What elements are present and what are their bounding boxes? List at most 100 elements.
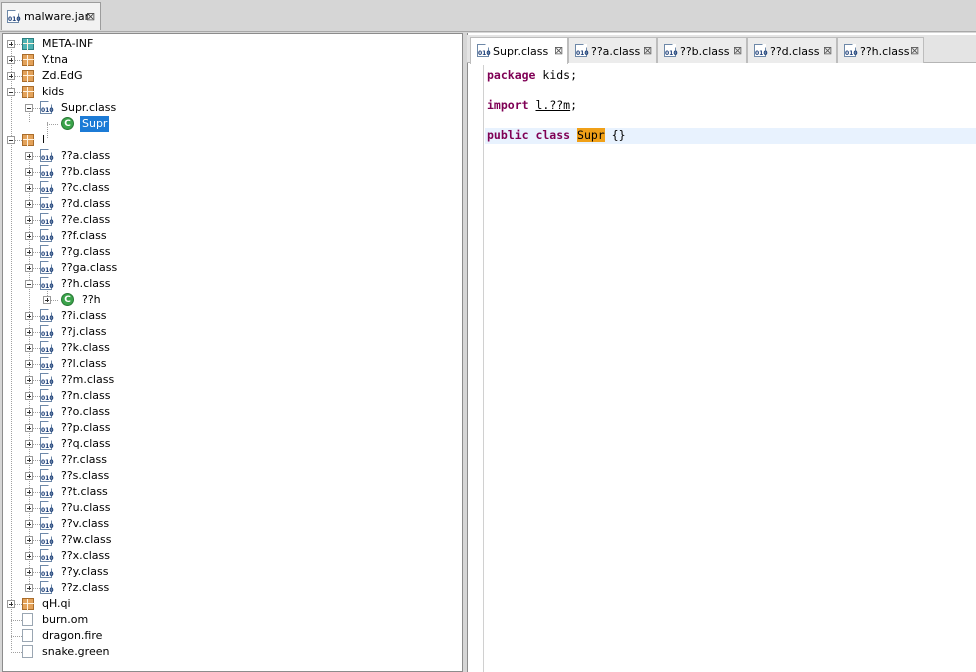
class-node[interactable]: 010 ??z.class <box>3 580 462 596</box>
file-node[interactable]: dragon.fire <box>3 628 462 644</box>
expand-icon[interactable] <box>25 152 33 160</box>
class-node[interactable]: 010 ??w.class <box>3 532 462 548</box>
class-node[interactable]: 010 ??o.class <box>3 404 462 420</box>
class-node[interactable]: 010 ??n.class <box>3 388 462 404</box>
collapse-icon[interactable] <box>7 136 15 144</box>
close-icon[interactable]: ⊠ <box>910 44 919 57</box>
close-icon[interactable]: ⊠ <box>733 44 742 57</box>
class-node[interactable]: 010 ??r.class <box>3 452 462 468</box>
class-node[interactable]: 010 ??f.class <box>3 228 462 244</box>
expand-icon[interactable] <box>25 200 33 208</box>
class-node[interactable]: 010 ??ga.class <box>3 260 462 276</box>
package-node[interactable]: l <box>3 132 462 148</box>
expand-icon[interactable] <box>25 584 33 592</box>
class-node[interactable]: 010 ??h.class <box>3 276 462 292</box>
expand-icon[interactable] <box>25 456 33 464</box>
class-node[interactable]: 010 ??s.class <box>3 468 462 484</box>
code-editor[interactable] <box>472 65 976 672</box>
class-node[interactable]: 010 ??b.class <box>3 164 462 180</box>
expand-icon[interactable] <box>25 552 33 560</box>
expand-icon[interactable] <box>7 56 15 64</box>
package-icon <box>22 70 35 83</box>
class-node[interactable]: 010 ??i.class <box>3 308 462 324</box>
class-node[interactable]: 010 ??m.class <box>3 372 462 388</box>
class-file-icon: 010 <box>40 469 54 482</box>
tree-item-label: ??h <box>82 293 101 306</box>
code-line-class: public class Supr {} <box>487 128 626 143</box>
class-node[interactable]: 010 ??q.class <box>3 436 462 452</box>
class-node[interactable]: 010 ??a.class <box>3 148 462 164</box>
class-node[interactable]: 010 ??y.class <box>3 564 462 580</box>
expand-icon[interactable] <box>25 520 33 528</box>
expand-icon[interactable] <box>25 376 33 384</box>
expand-icon[interactable] <box>25 232 33 240</box>
class-node[interactable]: 010 ??c.class <box>3 180 462 196</box>
class-file-icon: 010 <box>40 501 54 514</box>
package-node[interactable]: qH.qi <box>3 596 462 612</box>
expand-icon[interactable] <box>25 504 33 512</box>
file-node[interactable]: snake.green <box>3 644 462 660</box>
expand-icon[interactable] <box>25 168 33 176</box>
close-icon[interactable]: ⊠ <box>86 10 95 23</box>
class-node[interactable]: 010 ??g.class <box>3 244 462 260</box>
class-node[interactable]: 010 ??x.class <box>3 548 462 564</box>
expand-icon[interactable] <box>7 600 15 608</box>
expand-icon[interactable] <box>25 216 33 224</box>
collapse-icon[interactable] <box>7 88 15 96</box>
class-node[interactable]: 010 ??u.class <box>3 500 462 516</box>
expand-icon[interactable] <box>7 40 15 48</box>
tab-malware-jar[interactable]: 010 malware.jar ⊠ <box>1 2 101 30</box>
class-node[interactable]: 010 ??p.class <box>3 420 462 436</box>
class-node[interactable]: 010 ??k.class <box>3 340 462 356</box>
tab-code-4[interactable]: 010 ??h.class ⊠ <box>837 37 924 63</box>
class-node[interactable]: C ??h <box>3 292 462 308</box>
code-line-package: package kids; <box>487 68 577 83</box>
collapse-icon[interactable] <box>25 280 33 288</box>
collapse-icon[interactable] <box>25 104 33 112</box>
expand-icon[interactable] <box>25 536 33 544</box>
import-reference-link[interactable]: l.??m <box>535 98 570 112</box>
expand-icon[interactable] <box>25 248 33 256</box>
expand-icon[interactable] <box>25 344 33 352</box>
package-node[interactable]: META-INF <box>3 36 462 52</box>
expand-icon[interactable] <box>43 296 51 304</box>
expand-icon[interactable] <box>25 408 33 416</box>
expand-icon[interactable] <box>25 312 33 320</box>
expand-icon[interactable] <box>25 440 33 448</box>
class-file-icon: 010 <box>40 373 54 386</box>
tab-code-3[interactable]: 010 ??d.class ⊠ <box>747 37 837 63</box>
class-node[interactable]: 010 Supr.class <box>3 100 462 116</box>
class-file-icon: 010 <box>40 245 54 258</box>
tree-item-label: l <box>42 133 46 146</box>
package-node[interactable]: Y.tna <box>3 52 462 68</box>
close-icon[interactable]: ⊠ <box>554 44 563 57</box>
expand-icon[interactable] <box>25 360 33 368</box>
expand-icon[interactable] <box>25 184 33 192</box>
expand-icon[interactable] <box>25 264 33 272</box>
package-node[interactable]: Zd.EdG <box>3 68 462 84</box>
class-node[interactable]: 010 ??t.class <box>3 484 462 500</box>
class-node[interactable]: C Supr <box>3 116 462 132</box>
close-icon[interactable]: ⊠ <box>643 44 652 57</box>
expand-icon[interactable] <box>25 488 33 496</box>
class-name-highlight[interactable]: Supr <box>577 128 605 142</box>
expand-icon[interactable] <box>25 472 33 480</box>
expand-icon[interactable] <box>25 392 33 400</box>
tab-code-1[interactable]: 010 ??a.class ⊠ <box>568 37 657 63</box>
class-node[interactable]: 010 ??l.class <box>3 356 462 372</box>
tab-code-0[interactable]: 010 Supr.class ⊠ <box>470 37 568 64</box>
expand-icon[interactable] <box>25 424 33 432</box>
file-node[interactable]: burn.om <box>3 612 462 628</box>
close-icon[interactable]: ⊠ <box>823 44 832 57</box>
class-node[interactable]: 010 ??e.class <box>3 212 462 228</box>
class-file-icon: 010 <box>40 197 54 210</box>
class-node[interactable]: 010 ??d.class <box>3 196 462 212</box>
expand-icon[interactable] <box>25 568 33 576</box>
tab-code-2[interactable]: 010 ??b.class ⊠ <box>657 37 747 63</box>
class-node[interactable]: 010 ??v.class <box>3 516 462 532</box>
class-node[interactable]: 010 ??j.class <box>3 324 462 340</box>
expand-icon[interactable] <box>25 328 33 336</box>
expand-icon[interactable] <box>7 72 15 80</box>
package-icon <box>22 86 35 99</box>
package-node[interactable]: kids <box>3 84 462 100</box>
